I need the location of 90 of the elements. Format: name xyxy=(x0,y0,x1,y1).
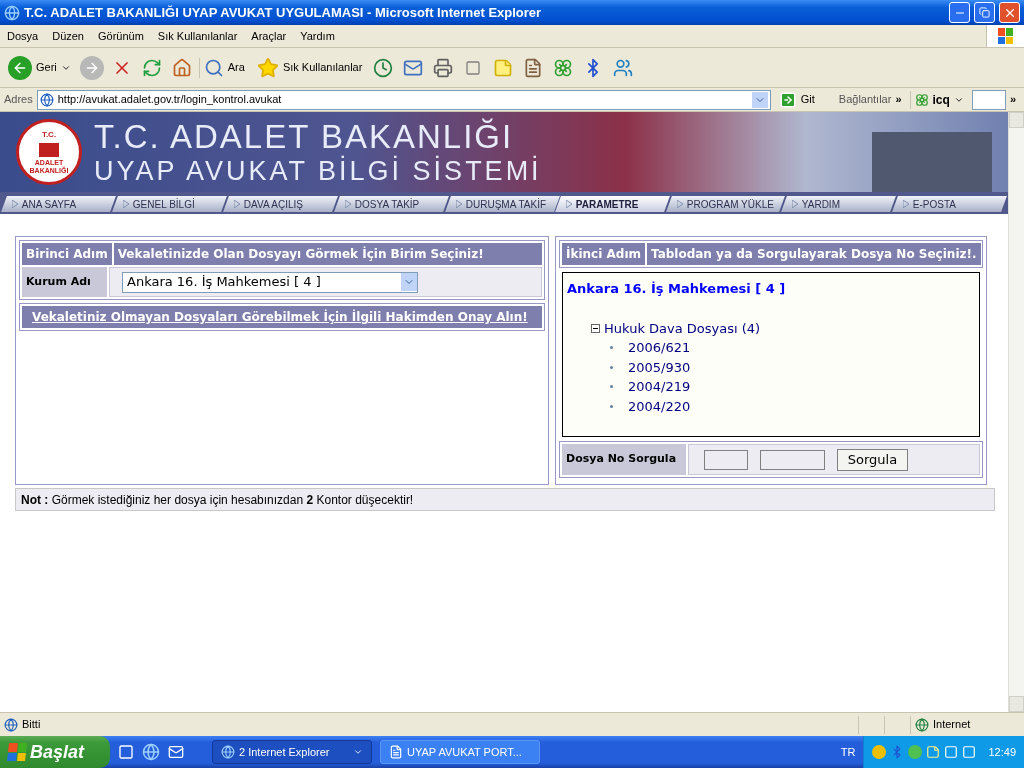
triangle-icon xyxy=(455,200,462,208)
step-instruction: Vekaletinizde Olan Dosyayı Görmek İçin Birim Seçiniz! xyxy=(113,243,542,265)
language-indicator[interactable]: TR xyxy=(840,743,856,761)
back-button[interactable]: Geri xyxy=(4,55,75,80)
menu-item[interactable]: Yardım xyxy=(293,27,342,45)
field-label: Kurum Adı xyxy=(22,267,107,297)
bullet-icon xyxy=(610,404,613,408)
tray-icon xyxy=(872,745,887,759)
nav-tab[interactable]: E-POSTA xyxy=(892,196,1007,212)
page-icon xyxy=(39,92,54,107)
nav-tab[interactable]: DURUŞMA TAKİF xyxy=(444,196,560,212)
step-label: Birinci Adım xyxy=(22,243,112,265)
triangle-icon xyxy=(566,200,573,208)
file-number-link[interactable]: 2004/219 xyxy=(628,377,691,397)
favorites-button[interactable]: Sık Kullanılanlar xyxy=(252,56,367,79)
file-number-link[interactable]: 2006/621 xyxy=(628,338,691,358)
outlook-icon[interactable] xyxy=(168,744,184,760)
tray-icon xyxy=(908,745,923,759)
tree-title: Ankara 16. İş Mahkemesi [ 4 ] xyxy=(567,280,787,298)
nav-tab[interactable]: DOSYA TAKİP xyxy=(333,196,449,212)
address-label: Adres xyxy=(4,92,33,108)
search-field[interactable] xyxy=(971,89,1006,110)
links-label[interactable]: Bağlantılar xyxy=(838,91,892,108)
back-icon xyxy=(8,55,32,80)
menu-item[interactable]: Düzen xyxy=(45,27,91,45)
triangle-icon xyxy=(344,200,351,208)
search-icon xyxy=(203,57,224,78)
more-chevron[interactable]: » xyxy=(1009,91,1016,108)
file-number-link[interactable]: 2004/220 xyxy=(628,396,691,416)
nav-tab[interactable]: ANA SAYFA xyxy=(1,196,116,212)
banner-title: T.C. ADALET BAKANLIĞI xyxy=(94,118,515,155)
caret-icon xyxy=(353,747,363,757)
menu-item[interactable]: Araçlar xyxy=(244,27,294,45)
icq-button[interactable]: icq xyxy=(909,90,968,109)
file-number-link[interactable]: 2005/930 xyxy=(628,357,691,377)
restore-button[interactable] xyxy=(974,2,995,23)
zone-text: Internet xyxy=(933,717,971,733)
start-button[interactable]: Başlat xyxy=(0,736,110,768)
close-button[interactable] xyxy=(999,2,1020,23)
quick-launch-icon[interactable] xyxy=(118,744,134,760)
restore-icon xyxy=(979,7,990,18)
triangle-icon xyxy=(677,200,684,208)
query-button[interactable]: Sorgula xyxy=(837,448,908,471)
taskbar-button[interactable]: UYAP AVUKAT PORT... xyxy=(380,740,540,764)
window-title: T.C. ADALET BAKANLIĞI UYAP AVUKAT UYGULAMASI - Microsoft Internet Explorer xyxy=(24,3,543,22)
triangle-icon xyxy=(792,200,799,208)
go-button[interactable]: Git xyxy=(774,90,819,109)
flower-icon xyxy=(914,92,929,107)
emblem-text: T.C. xyxy=(41,129,57,141)
taskbar-button[interactable]: 2 Internet Explorer xyxy=(212,740,372,764)
internet-zone-icon xyxy=(915,717,929,732)
tray-icon xyxy=(926,745,941,759)
triangle-icon xyxy=(233,200,240,208)
browser-icon xyxy=(221,745,235,759)
nav-tab[interactable]: GENEL BİLGİ xyxy=(111,196,227,212)
address-field[interactable]: http://avukat.adalet.gov.tr/login_kontrol.avukat xyxy=(36,89,771,110)
triangle-icon xyxy=(122,200,129,208)
clock: 12:49 xyxy=(988,744,1016,760)
bullet-icon xyxy=(610,365,613,369)
number-input[interactable] xyxy=(760,449,825,470)
approval-link[interactable]: Vekaletiniz Olmayan Dosyaları Görebilmek İçin İlgili Hakimden Onay Alın! xyxy=(22,306,542,328)
browser-icon[interactable] xyxy=(142,743,160,761)
bullet-icon xyxy=(610,385,613,389)
search-button[interactable]: Ara xyxy=(198,57,249,78)
menu-item[interactable]: Dosya xyxy=(0,27,46,45)
nav-tab[interactable]: PROGRAM YÜKLE xyxy=(666,196,786,212)
collapse-toggle-icon[interactable] xyxy=(591,323,600,333)
star-icon xyxy=(256,56,279,79)
nav-tab[interactable]: PARAMETRE xyxy=(555,196,671,212)
page-icon xyxy=(4,717,18,732)
browser-icon xyxy=(4,4,20,21)
note-text: Not : Görmek istediğiniz her dosya için hesabınızdan 2 Kontor düşecektir! xyxy=(21,491,414,509)
bullet-icon xyxy=(610,346,613,350)
nav-tab[interactable]: YARDIM xyxy=(781,196,897,212)
field-label: Dosya No Sorgula xyxy=(562,444,686,475)
status-text: Bitti xyxy=(22,717,42,733)
menu-item[interactable]: Sık Kullanılanlar xyxy=(150,27,245,45)
unit-select[interactable]: Ankara 16. İş Mahkemesi [ 4 ] xyxy=(122,271,418,293)
tree-folder[interactable]: Hukuk Dava Dosyası (4) xyxy=(604,318,761,338)
banner-subtitle: UYAP AVUKAT BİLGİ SİSTEMİ xyxy=(94,156,543,186)
menu-item[interactable]: Görünüm xyxy=(91,27,151,45)
step-instruction: Tablodan ya da Sorgulayarak Dosya No Seçiniz!. xyxy=(647,243,981,265)
nav-tab[interactable]: DAVA AÇILIŞ xyxy=(222,196,338,212)
step-label: İkinci Adım xyxy=(562,243,645,265)
more-chevron[interactable]: » xyxy=(895,91,902,108)
triangle-icon xyxy=(903,200,910,208)
document-icon xyxy=(389,745,403,759)
minimize-button[interactable] xyxy=(949,2,970,23)
triangle-icon xyxy=(12,200,18,208)
year-input[interactable] xyxy=(704,449,748,470)
